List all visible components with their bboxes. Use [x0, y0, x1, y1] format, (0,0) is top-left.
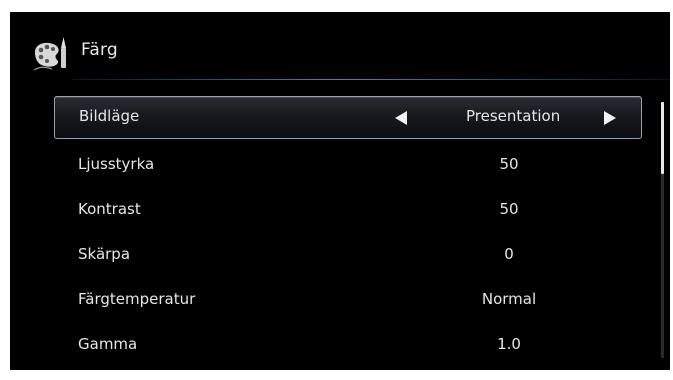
setting-row-fargtemperatur[interactable]: Färgtemperatur Normal: [54, 278, 642, 323]
menu-title: Färg: [81, 40, 118, 60]
osd-screen: Färg Bildläge Presentation Ljusstyrka 50…: [10, 12, 670, 370]
arrow-left-icon[interactable]: [395, 111, 407, 125]
palette-brush-icon: [33, 37, 66, 71]
scrollbar[interactable]: [661, 102, 664, 358]
settings-list: Bildläge Presentation Ljusstyrka 50 Kont…: [54, 96, 642, 368]
arrow-right-icon[interactable]: [604, 111, 616, 125]
menu-header: Färg: [10, 12, 670, 80]
setting-row-ljusstyrka[interactable]: Ljusstyrka 50: [54, 143, 642, 188]
setting-value: 50: [499, 200, 519, 218]
setting-label: Bildläge: [79, 107, 140, 125]
header-divider: [72, 79, 670, 80]
setting-row-skarpa[interactable]: Skärpa 0: [54, 233, 642, 278]
setting-row-kontrast[interactable]: Kontrast 50: [54, 188, 642, 233]
setting-row-bildlage[interactable]: Bildläge Presentation: [54, 96, 642, 139]
setting-value: Presentation: [466, 107, 561, 125]
setting-label: Gamma: [78, 335, 138, 353]
setting-value: 1.0: [497, 335, 521, 353]
setting-value: 50: [499, 155, 519, 173]
setting-value: 0: [504, 245, 514, 263]
scrollbar-thumb[interactable]: [661, 102, 664, 174]
setting-label: Kontrast: [78, 200, 141, 218]
setting-value: Normal: [481, 290, 537, 308]
setting-row-gamma[interactable]: Gamma 1.0: [54, 323, 642, 368]
setting-label: Färgtemperatur: [78, 290, 196, 308]
setting-label: Skärpa: [78, 245, 131, 263]
setting-label: Ljusstyrka: [78, 155, 155, 173]
